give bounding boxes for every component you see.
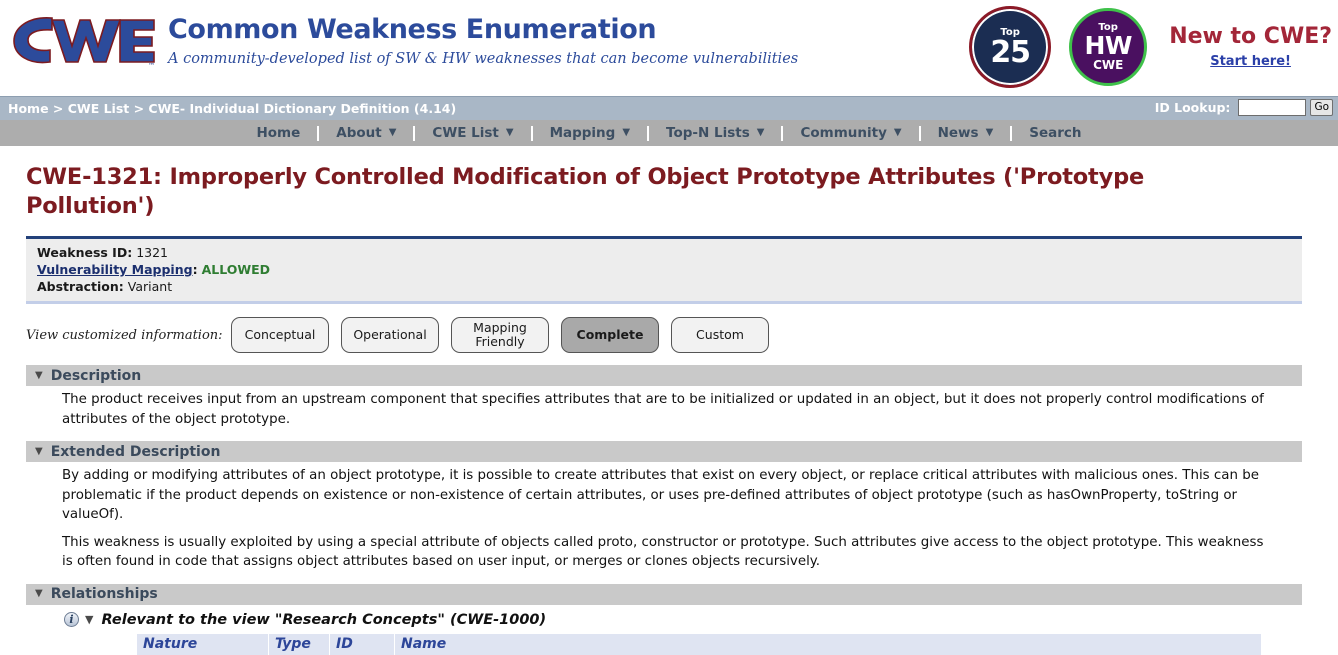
column-header-id[interactable]: ID (329, 633, 395, 655)
tophw-badge-cwe-label: CWE (1093, 57, 1124, 72)
info-icon[interactable]: i (64, 612, 79, 628)
view-button-mapping-friendly-label: Mapping Friendly (473, 321, 527, 349)
breadcrumb[interactable]: Home > CWE List > CWE- Individual Dictio… (8, 101, 456, 116)
section-header-relationships[interactable]: ▼ Relationships (26, 583, 1302, 605)
masthead-badges: Top 25 Top HW CWE New to CWE? Start here… (969, 6, 1338, 88)
abstraction-line: Abstraction: Variant (37, 278, 1302, 295)
view-button-operational-label: Operational (353, 327, 427, 343)
view-button-mapping-friendly[interactable]: Mapping Friendly (451, 317, 549, 354)
view-button-mapping-friendly-line2: Friendly (475, 334, 525, 350)
id-lookup-label: ID Lookup: (1154, 100, 1231, 115)
weakness-id-line: Weakness ID: 1321 (37, 244, 1302, 261)
vulnerability-mapping-line: Vulnerability Mapping: ALLOWED (37, 261, 1302, 278)
column-header-name[interactable]: Name (394, 633, 1262, 655)
section-header-extended-description[interactable]: ▼ Extended Description (26, 441, 1302, 463)
view-button-mapping-friendly-line1: Mapping (473, 320, 527, 336)
new-to-cwe-title: New to CWE? (1169, 24, 1332, 50)
weakness-metadata-box: Weakness ID: 1321 Vulnerability Mapping:… (26, 236, 1302, 305)
collapse-caret-icon: ▼ (35, 588, 43, 600)
id-lookup-group: ID Lookup: Go (1155, 99, 1333, 116)
page-title: CWE-1321: Improperly Controlled Modifica… (26, 164, 1145, 219)
relationships-view-title: Relevant to the view "Research Concepts"… (101, 611, 547, 628)
chevron-down-icon: ▼ (388, 127, 397, 138)
view-customized-information-row: View customized information: Conceptual … (26, 317, 1312, 354)
page-content: CWE-1321: Improperly Controlled Modifica… (0, 163, 1338, 655)
new-to-cwe-block: New to CWE? Start here! (1169, 24, 1338, 69)
tophw-badge-hw-label: HW (1084, 31, 1132, 61)
nav-item-search[interactable]: Search (1012, 125, 1098, 141)
extended-description-paragraph-1: By adding or modifying attributes of an … (62, 468, 1259, 523)
view-button-complete-label: Complete (576, 327, 644, 343)
nav-item-cwe-list[interactable]: CWE List ▼ (415, 125, 530, 141)
view-button-custom[interactable]: Custom (671, 317, 769, 354)
relationships-table-head: Nature Type ID Name (137, 633, 1262, 655)
section-header-description[interactable]: ▼ Description (26, 365, 1302, 387)
weakness-id-label: Weakness ID: (37, 245, 133, 261)
chevron-down-icon: ▼ (756, 127, 765, 138)
cwe-logo-svg: ™ (13, 17, 155, 70)
view-customized-label: View customized information: (26, 327, 223, 343)
nav-item-top-n-lists-label: Top-N Lists (666, 125, 750, 141)
view-button-complete[interactable]: Complete (561, 317, 659, 354)
start-here-link[interactable]: Start here! (1169, 54, 1332, 69)
svg-text:™: ™ (148, 62, 155, 70)
cwe-logo[interactable]: ™ (8, 8, 158, 70)
column-header-nature[interactable]: Nature (137, 633, 269, 655)
section-title-description: Description (50, 367, 142, 384)
nav-item-about[interactable]: About ▼ (319, 125, 413, 141)
view-button-conceptual[interactable]: Conceptual (231, 317, 329, 354)
chevron-down-icon: ▼ (622, 127, 631, 138)
brand-text-block: Common Weakness Enumeration A community-… (168, 14, 799, 68)
nav-item-about-label: About (336, 125, 382, 141)
site-masthead: ™ Common Weakness Enumeration A communit… (0, 0, 1338, 96)
collapse-caret-icon[interactable]: ▼ (85, 614, 93, 625)
collapse-caret-icon: ▼ (35, 445, 43, 457)
chevron-down-icon: ▼ (505, 127, 514, 138)
nav-item-news[interactable]: News ▼ (921, 125, 1011, 141)
nav-item-home-label: Home (256, 125, 301, 141)
top25-badge-number: 25 (990, 34, 1031, 70)
brand-subtitle: A community-developed list of SW & HW we… (168, 51, 799, 68)
nav-item-mapping[interactable]: Mapping ▼ (533, 125, 647, 141)
nav-item-top-n-lists[interactable]: Top-N Lists ▼ (649, 125, 781, 141)
relationships-view-subheader: i ▼ Relevant to the view "Research Conce… (64, 612, 1312, 628)
relationships-table: Nature Type ID Name (137, 633, 1262, 655)
nav-item-cwe-list-label: CWE List (432, 125, 499, 141)
vulnerability-mapping-link[interactable]: Vulnerability Mapping (37, 262, 193, 277)
chevron-down-icon: ▼ (985, 127, 994, 138)
id-lookup-input[interactable] (1238, 99, 1307, 116)
status-badge: ALLOWED (201, 262, 271, 278)
nav-item-mapping-label: Mapping (549, 125, 616, 141)
section-title-relationships: Relationships (50, 586, 158, 603)
column-header-type[interactable]: Type (268, 633, 330, 655)
abstraction-label: Abstraction: (37, 279, 124, 295)
view-button-custom-label: Custom (696, 327, 744, 343)
section-title-extended-description: Extended Description (50, 443, 221, 460)
id-lookup-go-button[interactable]: Go (1310, 99, 1333, 116)
nav-item-news-label: News (937, 125, 979, 141)
top25-badge[interactable]: Top 25 (969, 6, 1052, 88)
weakness-id-value: 1321 (136, 245, 168, 261)
view-button-operational[interactable]: Operational (341, 317, 439, 354)
top-hw-cwe-badge[interactable]: Top HW CWE (1069, 8, 1148, 86)
nav-item-community-label: Community (800, 125, 887, 141)
chevron-down-icon: ▼ (893, 127, 902, 138)
table-header-row: Nature Type ID Name (137, 633, 1262, 655)
breadcrumb-bar: Home > CWE List > CWE- Individual Dictio… (0, 96, 1338, 120)
abstraction-value: Variant (127, 279, 173, 295)
extended-description-paragraph-2: This weakness is usually exploited by us… (62, 534, 1264, 570)
nav-item-home[interactable]: Home (239, 125, 317, 141)
main-navigation: Home About ▼ CWE List ▼ Mapping ▼ Top-N … (0, 120, 1338, 146)
nav-item-search-label: Search (1029, 125, 1082, 141)
nav-item-community[interactable]: Community ▼ (783, 125, 918, 141)
view-button-conceptual-label: Conceptual (244, 327, 316, 343)
description-paragraph: The product receives input from an upstr… (62, 392, 1264, 427)
brand-title: Common Weakness Enumeration (168, 14, 657, 45)
collapse-caret-icon: ▼ (35, 369, 43, 381)
vulnerability-mapping-colon: : (192, 262, 198, 278)
